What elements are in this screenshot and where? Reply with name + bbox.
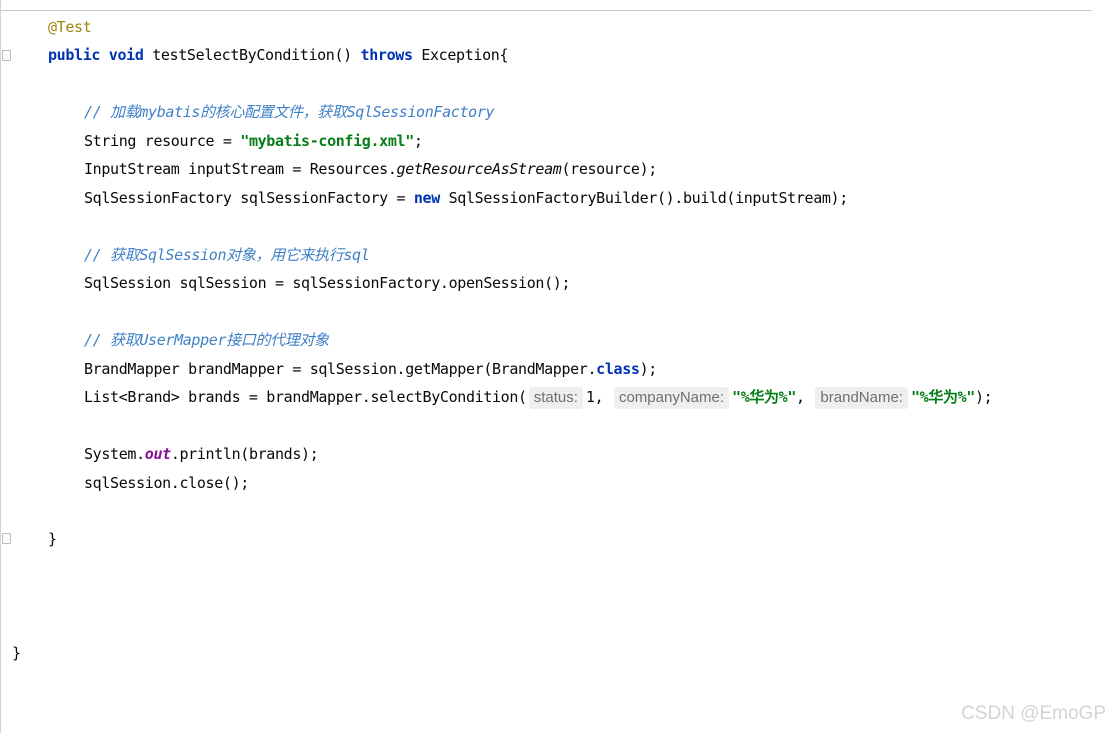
static-method-call: getResourceAsStream — [396, 160, 562, 178]
code-text: .println(brands); — [170, 445, 319, 463]
fold-marker-icon[interactable] — [2, 533, 11, 544]
keyword-public: public — [48, 46, 101, 64]
code-comment-load-config: // 加载mybatis的核心配置文件，获取SqlSessionFactory — [84, 103, 495, 121]
code-line-select-by-condition: List<Brand> brands = brandMapper.selectB… — [84, 383, 993, 411]
code-text: ; — [413, 132, 423, 150]
keyword-void: void — [108, 46, 144, 64]
annotation-test: @Test — [48, 18, 92, 36]
code-text: SqlSessionFactory sqlSessionFactory = — [84, 189, 414, 207]
code-text: System. — [84, 445, 145, 463]
code-text: (resource); — [561, 160, 657, 178]
static-field-out: out — [144, 445, 171, 463]
param-hint-brand-name: brandName: — [815, 387, 908, 409]
code-line-method-signature: public void testSelectByCondition() thro… — [48, 41, 508, 69]
code-line-class-close: } — [12, 644, 21, 662]
code-comment-get-session: // 获取SqlSession对象，用它来执行sql — [84, 246, 370, 264]
code-text: BrandMapper brandMapper = sqlSession.get… — [84, 360, 597, 378]
string-literal: "%华为%" — [910, 388, 975, 406]
keyword-class: class — [596, 360, 640, 378]
code-text: , — [796, 388, 814, 406]
param-hint-company-name: companyName: — [613, 387, 730, 409]
keyword-throws: throws — [360, 46, 413, 64]
string-literal: "%华为%" — [732, 388, 797, 406]
code-line-resource: String resource = "mybatis-config.xml"; — [84, 127, 423, 155]
code-comment-get-mapper: // 获取UserMapper接口的代理对象 — [84, 331, 329, 349]
param-hint-status: status: — [528, 387, 583, 409]
watermark: CSDN @EmoGP — [961, 703, 1106, 724]
code-line-open-session: SqlSession sqlSession = sqlSessionFactor… — [84, 274, 571, 292]
code-line-close: sqlSession.close(); — [84, 474, 249, 492]
code-line-get-mapper: BrandMapper brandMapper = sqlSession.get… — [84, 355, 657, 383]
code-text: 1, — [585, 388, 612, 406]
method-name: testSelectByCondition() — [143, 46, 361, 64]
code-line-method-close: } — [48, 530, 57, 548]
code-text: SqlSessionFactoryBuilder().build(inputSt… — [439, 189, 849, 207]
code-text: ); — [975, 388, 993, 406]
code-text: String resource = — [84, 132, 241, 150]
code-text: ); — [639, 360, 658, 378]
method-signature-rest: Exception{ — [412, 46, 509, 64]
code-line-print: System.out.println(brands); — [84, 440, 319, 468]
code-line-annotation: @Test — [48, 13, 92, 41]
keyword-new: new — [413, 189, 440, 207]
fold-marker-icon[interactable] — [2, 50, 11, 61]
code-line-session-factory: SqlSessionFactory sqlSessionFactory = ne… — [84, 184, 848, 212]
code-line-input-stream: InputStream inputStream = Resources.getR… — [84, 155, 657, 183]
editor-left-border — [0, 0, 1, 733]
editor-top-border — [0, 0, 1092, 11]
code-text: List<Brand> brands = brandMapper.selectB… — [84, 388, 527, 406]
code-text: InputStream inputStream = Resources. — [84, 160, 397, 178]
string-literal: "mybatis-config.xml" — [240, 132, 414, 150]
